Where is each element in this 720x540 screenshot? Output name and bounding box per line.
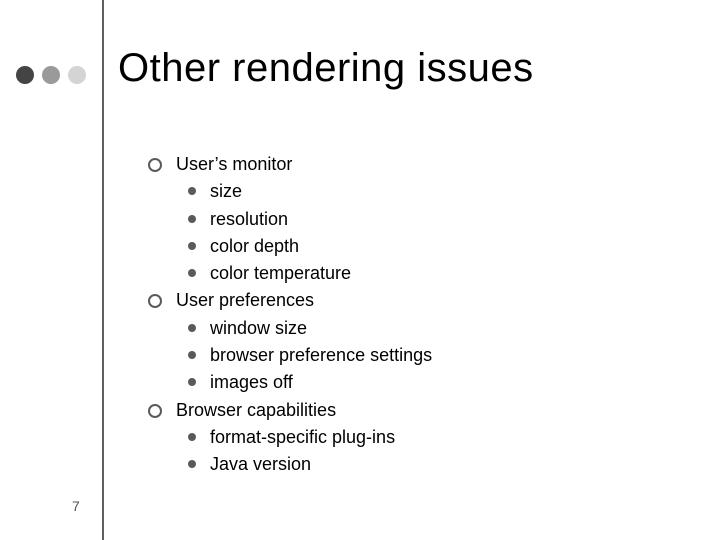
disc-icon [188, 460, 196, 468]
list-item: resolution [188, 207, 432, 231]
list-item: Browser capabilities [148, 398, 432, 422]
list-item: browser preference settings [188, 343, 432, 367]
list-item: Java version [188, 452, 432, 476]
disc-icon [188, 351, 196, 359]
disc-icon [188, 269, 196, 277]
list-item-text: color depth [210, 234, 299, 258]
list-item: color depth [188, 234, 432, 258]
dot-icon [42, 66, 60, 84]
list-item-text: Java version [210, 452, 311, 476]
disc-icon [188, 215, 196, 223]
dot-icon [16, 66, 34, 84]
disc-icon [188, 433, 196, 441]
list-item-text: resolution [210, 207, 288, 231]
hollow-circle-icon [148, 294, 162, 308]
page-number: 7 [72, 498, 80, 514]
list-item: format-specific plug-ins [188, 425, 432, 449]
list-item-text: images off [210, 370, 293, 394]
list-item: size [188, 179, 432, 203]
hollow-circle-icon [148, 158, 162, 172]
list-item-text: User preferences [176, 288, 314, 312]
dot-icon [68, 66, 86, 84]
list-item: color temperature [188, 261, 432, 285]
decorative-dots [16, 66, 86, 84]
list-item-text: format-specific plug-ins [210, 425, 395, 449]
slide: Other rendering issues User’s monitor siz… [0, 0, 720, 540]
disc-icon [188, 378, 196, 386]
list-item-text: color temperature [210, 261, 351, 285]
slide-body: User’s monitor size resolution color depth c… [148, 152, 432, 480]
list-item: window size [188, 316, 432, 340]
disc-icon [188, 324, 196, 332]
list-item: images off [188, 370, 432, 394]
list-item-text: browser preference settings [210, 343, 432, 367]
hollow-circle-icon [148, 404, 162, 418]
list-item: User preferences [148, 288, 432, 312]
disc-icon [188, 187, 196, 195]
slide-title: Other rendering issues [118, 46, 534, 91]
list-item: User’s monitor [148, 152, 432, 176]
list-item-text: size [210, 179, 242, 203]
list-item-text: Browser capabilities [176, 398, 336, 422]
list-item-text: window size [210, 316, 307, 340]
list-item-text: User’s monitor [176, 152, 292, 176]
disc-icon [188, 242, 196, 250]
vertical-divider [102, 0, 104, 540]
